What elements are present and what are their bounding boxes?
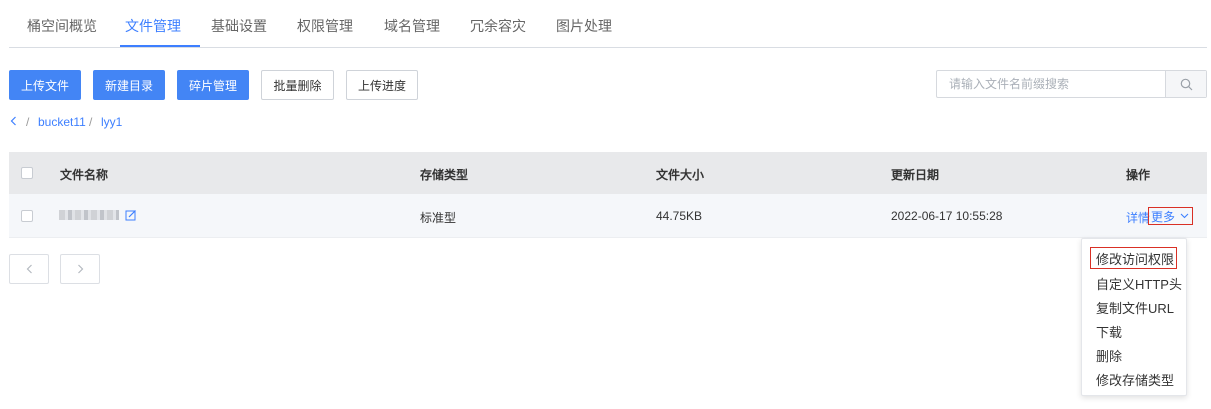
- column-header-actions: 操作: [1126, 168, 1151, 182]
- breadcrumb-separator: /: [26, 115, 30, 129]
- upload-file-button[interactable]: 上传文件: [9, 70, 81, 100]
- filename-blurred[interactable]: [59, 210, 119, 220]
- breadcrumb-item-folder[interactable]: lyy1: [101, 115, 122, 129]
- column-header-file-size: 文件大小: [656, 168, 705, 182]
- edit-icon[interactable]: [125, 209, 137, 221]
- menu-item-copy-url[interactable]: 复制文件URL: [1096, 298, 1174, 317]
- row-checkbox[interactable]: [21, 210, 33, 222]
- column-header-filename: 文件名称: [60, 168, 109, 182]
- prev-page-button[interactable]: [9, 254, 49, 284]
- chevron-right-icon: [77, 264, 83, 274]
- menu-item-custom-http-header[interactable]: 自定义HTTP头: [1096, 274, 1182, 293]
- chevron-down-icon: [1180, 213, 1189, 219]
- tab-image-processing[interactable]: 图片处理: [556, 16, 612, 36]
- search-input[interactable]: [937, 71, 1165, 97]
- next-page-button[interactable]: [60, 254, 100, 284]
- active-tab-indicator: [120, 45, 200, 47]
- tab-bar: 桶空间概览 文件管理 基础设置 权限管理 域名管理 冗余容灾 图片处理: [9, 0, 1207, 48]
- more-actions-menu: 修改访问权限 自定义HTTP头 复制文件URL 下载 删除 修改存储类型: [1081, 238, 1187, 396]
- menu-item-delete[interactable]: 删除: [1096, 346, 1122, 365]
- more-label: 更多: [1151, 209, 1176, 224]
- search-button[interactable]: [1165, 71, 1206, 97]
- tab-basic-settings[interactable]: 基础设置: [211, 16, 267, 36]
- more-dropdown-trigger[interactable]: 更多: [1148, 207, 1193, 225]
- table-header: 文件名称 存储类型 文件大小 更新日期 操作: [9, 152, 1207, 194]
- column-header-update-date: 更新日期: [891, 168, 940, 182]
- chevron-left-icon: [26, 264, 32, 274]
- cell-update-date: 2022-06-17 10:55:28: [891, 209, 1003, 223]
- breadcrumb-separator: /: [89, 115, 93, 129]
- batch-delete-button[interactable]: 批量删除: [261, 70, 334, 100]
- table-row: 标准型 44.75KB 2022-06-17 10:55:28 详情 更多: [9, 194, 1207, 238]
- tab-permission-management[interactable]: 权限管理: [297, 16, 353, 36]
- breadcrumb-item-bucket[interactable]: bucket11: [38, 115, 86, 129]
- upload-progress-button[interactable]: 上传进度: [346, 70, 418, 100]
- search-box: [936, 70, 1207, 98]
- chevron-left-icon[interactable]: [10, 116, 17, 126]
- menu-item-download[interactable]: 下载: [1096, 322, 1122, 341]
- tab-domain-management[interactable]: 域名管理: [384, 16, 440, 36]
- column-header-storage-type: 存储类型: [420, 168, 469, 182]
- new-directory-button[interactable]: 新建目录: [93, 70, 165, 100]
- detail-link[interactable]: 详情: [1126, 209, 1150, 226]
- tab-bucket-overview[interactable]: 桶空间概览: [27, 16, 97, 36]
- search-icon: [1180, 78, 1192, 90]
- tab-file-management[interactable]: 文件管理: [125, 16, 181, 36]
- fragment-management-button[interactable]: 碎片管理: [177, 70, 249, 100]
- cell-file-size: 44.75KB: [656, 209, 703, 223]
- menu-item-modify-storage-type[interactable]: 修改存储类型: [1096, 370, 1174, 389]
- menu-item-modify-access[interactable]: 修改访问权限: [1096, 249, 1174, 268]
- tab-redundancy-dr[interactable]: 冗余容灾: [470, 16, 526, 36]
- select-all-checkbox[interactable]: [21, 167, 33, 179]
- cell-storage-type: 标准型: [420, 211, 457, 225]
